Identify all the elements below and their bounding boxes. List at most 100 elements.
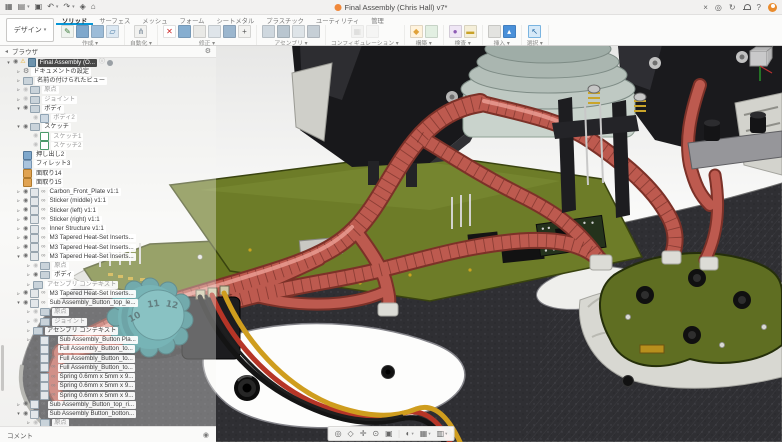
tree-row[interactable]: ▹◉∞Sub Assembly_Button_top_ri... [6, 400, 216, 409]
tree-caret-icon[interactable]: ▹ [16, 78, 21, 84]
visibility-eye-icon[interactable]: ◉ [23, 189, 28, 196]
tree-row[interactable]: ▹◉∞M3 Tapered Heat-Set Inserts... [6, 243, 216, 252]
pcb-right[interactable] [600, 253, 782, 366]
tree-row[interactable]: ▹◉∞Full Assembly_Button_to... [6, 354, 216, 363]
tab-ソリッド[interactable]: ソリッド [56, 14, 93, 25]
tree-item-label[interactable]: Sticker (right) v1:1 [48, 216, 102, 224]
tree-item-label[interactable]: M3 Tapered Heat-Set Inserts... [48, 244, 136, 252]
sync-icon[interactable]: ↻ [729, 3, 736, 12]
tree-row[interactable]: ▹アセンブリ コンテキスト [6, 326, 216, 335]
tree-item-label[interactable]: ジョイント [42, 96, 77, 104]
select-icon[interactable]: ↖ [528, 25, 541, 38]
comments-expand-icon[interactable]: ◉ [203, 431, 209, 439]
tree-row[interactable]: ▹◉原点 [6, 308, 216, 317]
visibility-eye-icon[interactable]: ◉ [23, 235, 28, 242]
tree-row[interactable]: ▹◉∞Inner Structure v1:1 [6, 225, 216, 234]
browser-scrollbar[interactable] [1, 345, 4, 391]
home-icon[interactable]: ⌂ [91, 2, 96, 12]
tree-caret-icon[interactable]: ▾ [16, 300, 21, 306]
tree-item-label[interactable]: 面取り14 [34, 170, 63, 178]
tree-row[interactable]: 面取り15 [6, 178, 216, 187]
tree-caret-icon[interactable]: ▹ [16, 226, 21, 232]
orbit-icon[interactable]: ◎ [335, 428, 342, 439]
visibility-eye-icon[interactable]: ◉ [33, 374, 38, 381]
tree-row[interactable]: ▹◉原点 [6, 419, 216, 426]
tree-row[interactable]: ▹◉∞Full Assembly_Button_to... [6, 345, 216, 354]
tree-row[interactable]: ▹ 名前の付けられたビュー [6, 77, 216, 86]
close-icon[interactable]: × [703, 3, 708, 12]
section-analysis-icon[interactable]: ▬ [464, 25, 477, 38]
visibility-eye-icon[interactable]: ◉ [23, 290, 28, 297]
visibility-eye-icon[interactable]: ◉ [13, 59, 18, 66]
tree-item-label[interactable]: アセンブリ コンテキスト [45, 327, 118, 335]
visibility-eye-icon[interactable]: ◉ [33, 383, 38, 390]
visibility-eye-icon[interactable]: ◉ [33, 142, 38, 149]
tree-caret-icon[interactable]: ▹ [26, 346, 31, 352]
extrude-icon[interactable] [76, 25, 89, 38]
visibility-eye-icon[interactable]: ◉ [23, 226, 28, 233]
tree-item-label[interactable]: 原点 [52, 262, 68, 270]
tree-row[interactable]: ▾◉⚠Final Assembly (O...ⓘ [6, 58, 216, 67]
tab-フォーム[interactable]: フォーム [173, 14, 210, 25]
tree-item-label[interactable]: Spring 0.6mm x 5mm x 9... [58, 392, 136, 400]
tree-caret-icon[interactable]: ▹ [26, 263, 31, 269]
tree-caret-icon[interactable]: ▹ [26, 319, 31, 325]
tree-row[interactable]: ▹◉∞Sticker (middle) v1:1 [6, 197, 216, 206]
sweep-icon[interactable] [91, 25, 104, 38]
tree-item-label[interactable]: フィレット3 [34, 160, 72, 168]
tree-caret-icon[interactable]: ▹ [26, 374, 31, 380]
tree-item-label[interactable]: 原点 [42, 86, 58, 94]
tree-caret-icon[interactable]: ▹ [16, 189, 21, 195]
tree-item-label[interactable]: Inner Structure v1:1 [48, 225, 106, 233]
tree-item-label[interactable]: Full Assembly_Button_to... [58, 355, 135, 363]
tree-item-label[interactable]: Sub Assembly_Button_top_le... [48, 299, 138, 307]
tree-item-label[interactable]: スケッチ2 [51, 142, 83, 150]
tree-caret-icon[interactable]: ▹ [16, 69, 21, 75]
look-at-icon[interactable]: ◇ [348, 428, 354, 439]
tree-caret-icon[interactable]: ▹ [16, 198, 21, 204]
tree-item-label[interactable]: M3 Tapered Heat-Set Inserts... [48, 290, 136, 298]
group-label-自動化[interactable]: 自動化 ▾ [130, 38, 152, 47]
tree-row[interactable]: ◉スケッチ1 [6, 132, 216, 141]
insert-mesh-icon[interactable] [488, 25, 501, 38]
joint-icon[interactable] [277, 25, 290, 38]
tree-row[interactable]: ▹◉∞Sticker (left) v1:1 [6, 206, 216, 215]
tree-item-label[interactable]: ドキュメントの設定 [31, 68, 91, 76]
tree-item-label[interactable]: M3 Tapered Heat-Set Inserts... [48, 234, 136, 242]
tree-row[interactable]: フィレット3 [6, 160, 216, 169]
pan-icon[interactable]: ✛ [360, 428, 367, 439]
tree-item-label[interactable]: 名前の付けられたビュー [35, 77, 107, 85]
tree-item-label[interactable]: Sticker (left) v1:1 [48, 207, 98, 215]
tree-row[interactable]: ▹◉∞M3 Tapered Heat-Set Inserts... [6, 234, 216, 243]
fillet-icon[interactable] [178, 25, 191, 38]
tree-row[interactable]: 面取り14 [6, 169, 216, 178]
profile-avatar[interactable] [768, 3, 777, 12]
tree-item-label[interactable]: 原点 [52, 308, 68, 316]
tree-row[interactable]: ▾◉∞Sub Assembly Button_botton... [6, 410, 216, 419]
tree-item-label[interactable]: Sub Assembly Button_botton... [48, 410, 137, 418]
group-label-アセンブリ[interactable]: アセンブリ ▾ [274, 38, 307, 47]
tree-caret-icon[interactable]: ▹ [26, 337, 31, 343]
display-settings-icon[interactable]: ◐▾ [406, 428, 414, 439]
visibility-eye-icon[interactable]: ◉ [23, 401, 28, 408]
visibility-eye-icon[interactable]: ◉ [33, 364, 38, 371]
split-icon[interactable] [223, 25, 236, 38]
tree-caret-icon[interactable]: ▹ [26, 309, 31, 315]
tree-item-label[interactable]: Full Assembly_Button_to... [58, 345, 135, 353]
tree-caret-icon[interactable]: ▹ [16, 402, 21, 408]
tree-row[interactable]: ◉ボディ2 [6, 114, 216, 123]
visibility-eye-icon[interactable]: ◉ [23, 253, 28, 260]
tree-row[interactable]: ▹◉∞Spring 0.6mm x 5mm x 9... [6, 382, 216, 391]
visibility-eye-icon[interactable]: ◉ [23, 87, 28, 94]
config-table-icon[interactable]: ▦ [351, 25, 364, 38]
tree-row[interactable]: ▾◉∞Sub Assembly_Button_top_le... [6, 299, 216, 308]
tree-item-label[interactable]: Sub Assembly_Button_top_ri... [48, 401, 137, 409]
tab-メッシュ[interactable]: メッシュ [136, 14, 173, 25]
group-label-構築[interactable]: 構築 ▾ [416, 38, 432, 47]
app-grid-icon[interactable]: ▦ [5, 2, 13, 12]
visibility-eye-icon[interactable]: ◉ [23, 96, 28, 103]
tree-row[interactable]: ▹◉∞Sticker (right) v1:1 [6, 215, 216, 224]
tree-caret-icon[interactable]: ▹ [26, 383, 31, 389]
viewports-icon[interactable]: ▥▾ [437, 428, 448, 439]
tab-管理[interactable]: 管理 [365, 14, 390, 25]
